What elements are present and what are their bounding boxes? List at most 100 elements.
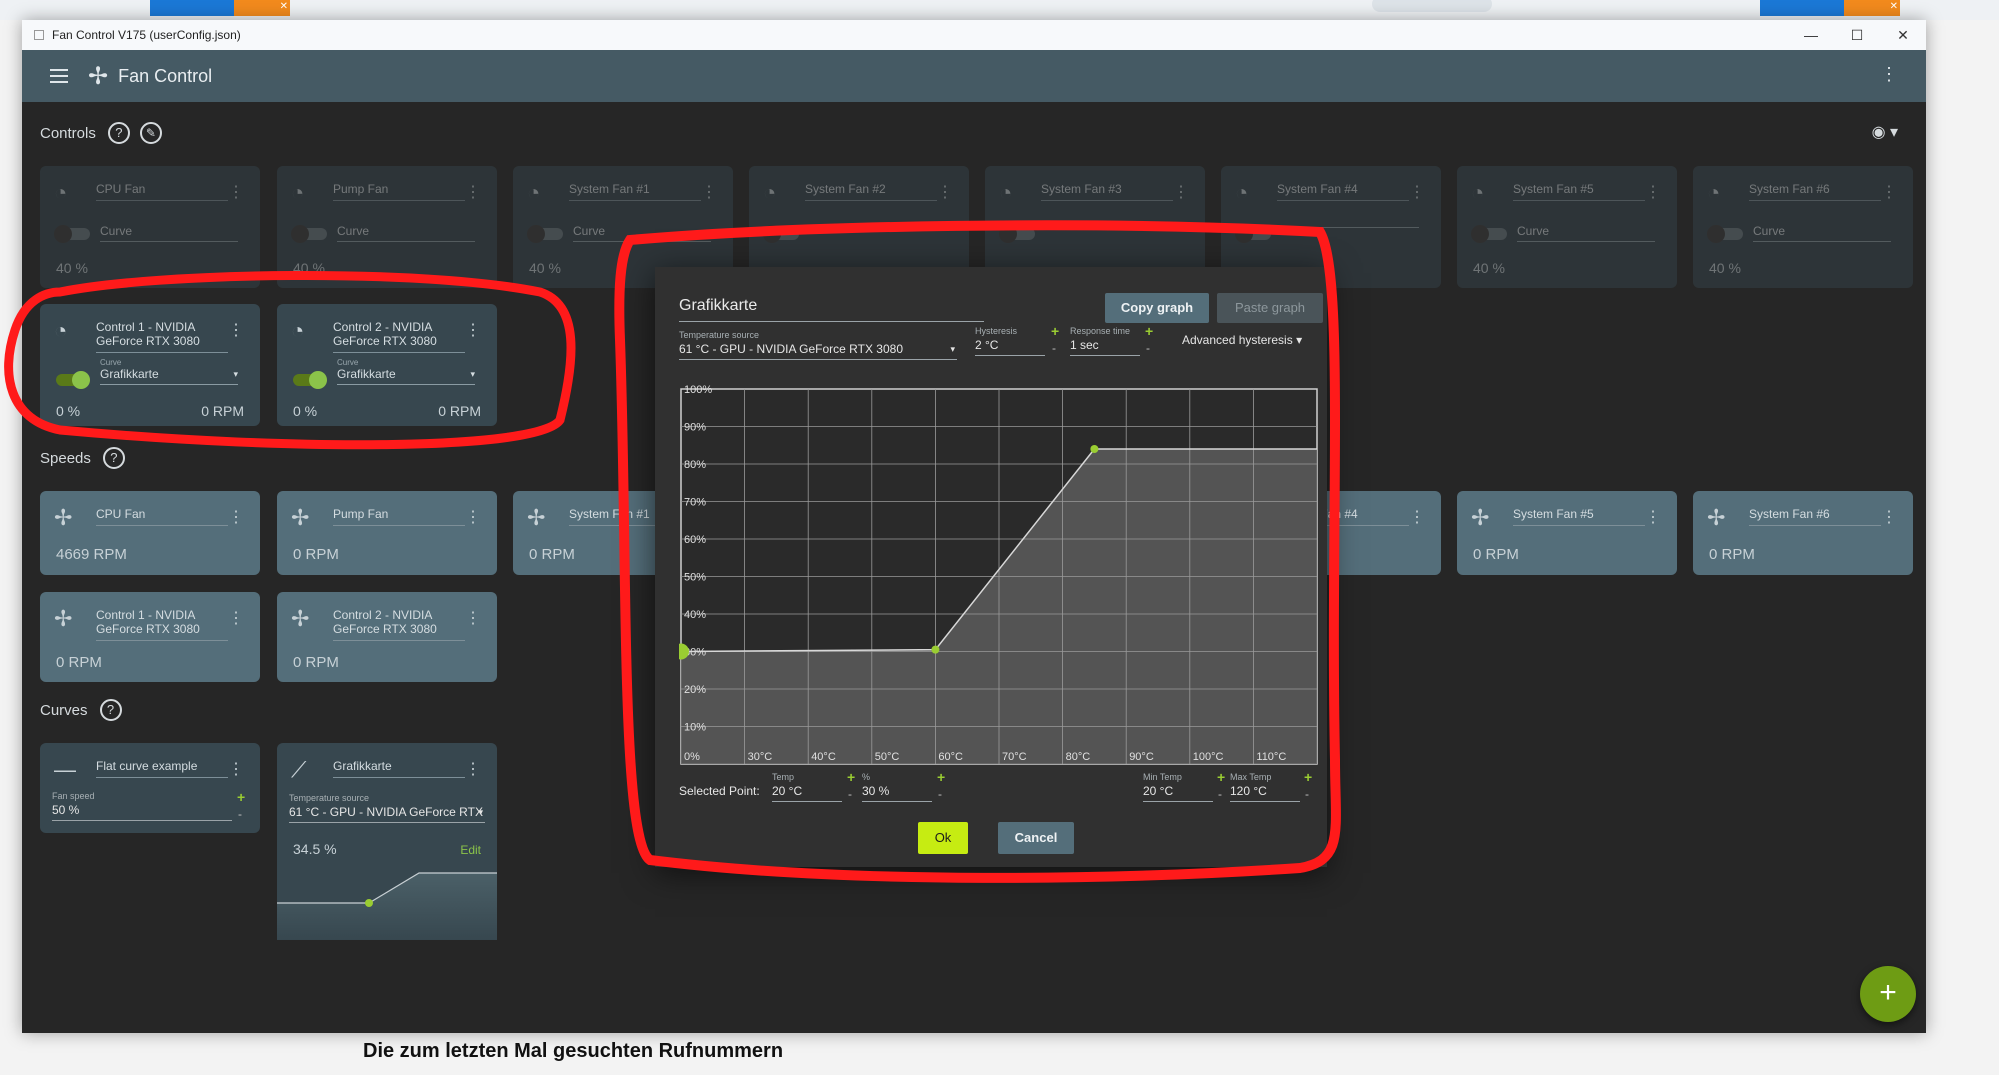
response-increase-button[interactable]: + <box>1145 323 1153 339</box>
visibility-icon[interactable]: ◉ ▾ <box>1872 122 1898 142</box>
enable-toggle[interactable] <box>527 225 563 243</box>
control-card[interactable]: ◔ System Fan #5 ⋮ Curve 40 % <box>1457 166 1677 288</box>
ok-button[interactable]: Ok <box>918 822 968 854</box>
enable-toggle[interactable] <box>56 371 90 389</box>
speed-card-gpu[interactable]: ✢ Control 2 - NVIDIA GeForce RTX 3080 ⋮ 0 RP… <box>277 592 497 682</box>
hysteresis-field[interactable]: Hysteresis 2 °C <box>975 326 1045 356</box>
card-menu-button[interactable]: ⋮ <box>1409 507 1425 527</box>
speed-card[interactable]: ✢ Pump Fan ⋮ 0 RPM <box>277 491 497 575</box>
min-temp-increase-button[interactable]: + <box>1217 769 1225 785</box>
enable-toggle[interactable] <box>1471 225 1507 243</box>
control-card[interactable]: ◔ Pump Fan ⋮ Curve 40 % <box>277 166 497 288</box>
control-card[interactable]: ◔ System Fan #6 ⋮ Curve 40 % <box>1693 166 1913 288</box>
response-decrease-button[interactable]: - <box>1146 341 1150 355</box>
enable-toggle[interactable] <box>1235 225 1271 243</box>
card-menu-button[interactable]: ⋮ <box>1881 507 1897 527</box>
curve-select[interactable] <box>809 224 947 228</box>
curve-point[interactable] <box>931 645 940 654</box>
card-menu-button[interactable]: ⋮ <box>1645 507 1661 527</box>
card-menu-button[interactable]: ⋮ <box>228 608 244 628</box>
card-menu-button[interactable]: ⋮ <box>465 507 481 527</box>
help-icon[interactable]: ? <box>99 699 122 721</box>
curve-select[interactable]: Curve Grafikkarte ▾ <box>337 358 475 385</box>
max-temp-field[interactable]: Max Temp 120 °C <box>1230 772 1300 802</box>
curve-card-grafikkarte[interactable]: ⟋ Grafikkarte ⋮ Temperature source 61 °C… <box>277 743 497 940</box>
curve-select[interactable]: Curve <box>337 224 475 242</box>
fan-speed-field[interactable]: Fan speed 50 % <box>52 791 232 821</box>
temperature-source-select[interactable]: Temperature source 61 °C - GPU - NVIDIA … <box>289 793 485 823</box>
response-time-field[interactable]: Response time 1 sec <box>1070 326 1140 356</box>
add-button[interactable]: + <box>1860 966 1916 1022</box>
enable-toggle[interactable] <box>1707 225 1743 243</box>
curve-point[interactable] <box>1090 445 1099 453</box>
max-temp-increase-button[interactable]: + <box>1304 769 1312 785</box>
hysteresis-increase-button[interactable]: + <box>1051 323 1059 339</box>
card-menu-button[interactable]: ⋮ <box>465 759 481 779</box>
copy-graph-button[interactable]: Copy graph <box>1105 293 1209 323</box>
help-icon[interactable]: ? <box>102 447 125 469</box>
point-temp-field[interactable]: Temp 20 °C <box>772 772 842 802</box>
curve-select[interactable]: Curve <box>573 224 711 242</box>
card-menu-button[interactable]: ⋮ <box>228 182 244 202</box>
app-menu-button[interactable]: ⋮ <box>1880 64 1898 85</box>
fan-curve-graph[interactable]: 0% 30°C 40°C 50°C 60°C 70°C 80°C 90°C 100°C 110°C… <box>679 377 1319 775</box>
curve-select[interactable] <box>1281 224 1419 228</box>
wrench-icon[interactable]: ✎ <box>139 122 162 144</box>
speed-card[interactable]: ✢ System Fan #6 ⋮ 0 RPM <box>1693 491 1913 575</box>
percent-increase-button[interactable]: + <box>937 769 945 785</box>
card-menu-button[interactable]: ⋮ <box>1173 182 1189 202</box>
control-card[interactable]: ◔ CPU Fan ⋮ Curve 40 % <box>40 166 260 288</box>
speed-card-gpu[interactable]: ✢ Control 1 - NVIDIA GeForce RTX 3080 ⋮ 0 RP… <box>40 592 260 682</box>
curve-card-flat[interactable]: — Flat curve example ⋮ Fan speed 50 % + … <box>40 743 260 833</box>
card-menu-button[interactable]: ⋮ <box>465 182 481 202</box>
card-menu-button[interactable]: ⋮ <box>228 320 244 340</box>
curve-select[interactable]: Curve <box>100 224 238 242</box>
enable-toggle[interactable] <box>54 225 90 243</box>
minimize-button[interactable]: — <box>1788 20 1834 50</box>
ad-close-icon[interactable]: ✕ <box>280 1 288 12</box>
temp-decrease-button[interactable]: - <box>848 787 852 801</box>
enable-toggle[interactable] <box>999 225 1035 243</box>
close-button[interactable]: ✕ <box>1880 20 1926 50</box>
increase-button[interactable]: + <box>237 789 245 805</box>
card-menu-button[interactable]: ⋮ <box>228 507 244 527</box>
ad-banner[interactable]: ✕ <box>150 0 290 16</box>
card-menu-button[interactable]: ⋮ <box>228 759 244 779</box>
paste-graph-button[interactable]: Paste graph <box>1217 293 1323 323</box>
curve-select[interactable] <box>1045 224 1183 228</box>
min-temp-field[interactable]: Min Temp 20 °C <box>1143 772 1213 802</box>
enable-toggle[interactable] <box>763 225 799 243</box>
hysteresis-decrease-button[interactable]: - <box>1052 341 1056 355</box>
temp-increase-button[interactable]: + <box>847 769 855 785</box>
hamburger-icon[interactable] <box>50 69 68 83</box>
card-menu-button[interactable]: ⋮ <box>465 608 481 628</box>
control-card-gpu[interactable]: ◔ Control 2 - NVIDIA GeForce RTX 3080 ⋮ Curv… <box>277 304 497 426</box>
speed-card[interactable]: ✢ System Fan #5 ⋮ 0 RPM <box>1457 491 1677 575</box>
control-card-gpu[interactable]: ◔ Control 1 - NVIDIA GeForce RTX 3080 ⋮ Curv… <box>40 304 260 426</box>
point-percent-field[interactable]: % 30 % <box>862 772 932 802</box>
curve-name-input[interactable]: Grafikkarte <box>679 297 984 322</box>
card-menu-button[interactable]: ⋮ <box>1409 182 1425 202</box>
edit-curve-link[interactable]: Edit <box>460 843 481 857</box>
card-menu-button[interactable]: ⋮ <box>937 182 953 202</box>
enable-toggle[interactable] <box>291 225 327 243</box>
help-icon[interactable]: ? <box>107 122 130 144</box>
ad-close-icon[interactable]: ✕ <box>1890 1 1898 12</box>
curve-select[interactable]: Curve <box>1753 224 1891 242</box>
percent-decrease-button[interactable]: - <box>938 787 942 801</box>
card-menu-button[interactable]: ⋮ <box>1881 182 1897 202</box>
min-temp-decrease-button[interactable]: - <box>1218 787 1222 801</box>
max-temp-decrease-button[interactable]: - <box>1305 787 1309 801</box>
card-menu-button[interactable]: ⋮ <box>465 320 481 340</box>
curve-select[interactable]: Curve <box>1517 224 1655 242</box>
curve-select[interactable]: Curve Grafikkarte ▾ <box>100 358 238 385</box>
temperature-source-select[interactable]: Temperature source 61 °C - GPU - NVIDIA … <box>679 330 957 360</box>
speed-card[interactable]: ✢ CPU Fan ⋮ 4669 RPM <box>40 491 260 575</box>
card-menu-button[interactable]: ⋮ <box>1645 182 1661 202</box>
ad-banner[interactable]: ✕ <box>1760 0 1900 16</box>
cancel-button[interactable]: Cancel <box>998 822 1074 854</box>
enable-toggle[interactable] <box>293 371 327 389</box>
card-menu-button[interactable]: ⋮ <box>701 182 717 202</box>
advanced-hysteresis-dropdown[interactable]: Advanced hysteresis ▾ <box>1182 333 1302 347</box>
maximize-button[interactable]: ☐ <box>1834 20 1880 50</box>
